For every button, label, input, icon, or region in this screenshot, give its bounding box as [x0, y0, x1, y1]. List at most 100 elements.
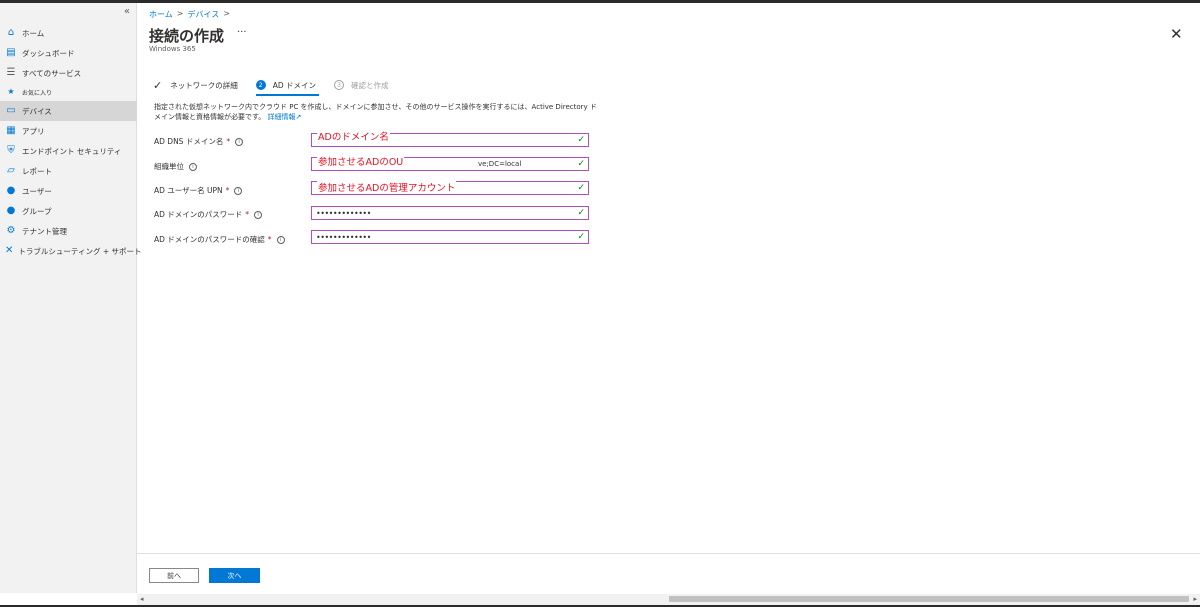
- valid-checkmark-icon: ✓: [577, 135, 585, 145]
- ad-password-confirm-input[interactable]: ••••••••••••• ✓: [311, 230, 589, 244]
- page-subtitle: Windows 365: [149, 45, 196, 53]
- footer-divider: [137, 553, 1200, 554]
- left-nav: « ⌂ ホーム ▤ ダッシュボード ☰ すべてのサービス ★ お気に入り ▭ デ…: [0, 3, 142, 593]
- sidebar-item-label: デバイス: [22, 106, 52, 116]
- breadcrumb-home-link[interactable]: ホーム: [149, 9, 173, 20]
- home-icon: ⌂: [7, 27, 15, 38]
- sidebar-item-label: レポート: [22, 166, 52, 176]
- breadcrumb-devices-link[interactable]: デバイス: [187, 9, 219, 20]
- field-label-ad-password-confirm: AD ドメインのパスワードの確認 * i: [154, 234, 285, 245]
- breadcrumb-separator: >: [223, 9, 230, 18]
- sidebar-item-favorites[interactable]: ★ お気に入り: [0, 83, 137, 101]
- sidebar-item-devices[interactable]: ▭ デバイス: [0, 101, 137, 121]
- field-label-ad-dns-domain: AD DNS ドメイン名 * i: [154, 136, 244, 147]
- scroll-left-icon[interactable]: ◂: [140, 595, 144, 603]
- sidebar-item-groups[interactable]: ● グループ: [0, 201, 137, 221]
- annotation-ou: 参加させるADのOU: [317, 154, 405, 168]
- step-ad-domain[interactable]: 2 AD ドメイン: [255, 76, 320, 96]
- learn-more-link[interactable]: 詳細情報: [268, 113, 296, 121]
- horizontal-scrollbar[interactable]: ◂ ▸: [137, 594, 1200, 605]
- sidebar-item-endpoint-security[interactable]: ⛨ エンドポイント セキュリティ: [0, 141, 137, 161]
- sidebar-item-users[interactable]: ● ユーザー: [0, 181, 137, 201]
- step-label: AD ドメイン: [272, 80, 317, 90]
- endpoint-security-icon: ⛨: [7, 145, 15, 156]
- info-icon[interactable]: i: [254, 210, 263, 219]
- tenant-admin-icon: ⚙: [6, 225, 16, 236]
- field-label-ad-password: AD ドメインのパスワード * i: [154, 209, 263, 220]
- sidebar-item-reports[interactable]: ▱ レポート: [0, 161, 137, 181]
- field-value: •••••••••••••: [316, 208, 371, 218]
- sidebar-item-label: ホーム: [22, 28, 45, 38]
- breadcrumb-separator: >: [176, 9, 184, 18]
- field-label-ou: 組織単位 i: [154, 161, 197, 172]
- devices-icon: ▭: [6, 105, 16, 116]
- checkmark-icon: ✓: [153, 78, 163, 92]
- sidebar-item-label: トラブルシューティング + サポート: [18, 246, 142, 256]
- field-value: •••••••••••••: [316, 232, 371, 242]
- external-link-icon: ↗: [295, 113, 302, 121]
- label-text: AD ユーザー名 UPN: [154, 186, 223, 195]
- sidebar-item-label: テナント管理: [22, 226, 67, 236]
- valid-checkmark-icon: ✓: [577, 183, 585, 193]
- description-text: 指定された仮想ネットワーク内でクラウド PC を作成し、ドメインに参加させ、その…: [154, 103, 597, 121]
- favorites-star-icon: ★: [7, 87, 15, 96]
- required-mark: *: [267, 235, 272, 244]
- page-title: 接続の作成: [149, 27, 225, 45]
- sidebar-item-label: お気に入り: [22, 89, 53, 97]
- scrollbar-thumb[interactable]: [669, 596, 1189, 602]
- valid-checkmark-icon: ✓: [577, 232, 585, 242]
- description: 指定された仮想ネットワーク内でクラウド PC を作成し、ドメインに参加させ、その…: [154, 102, 599, 122]
- annotation-admin-account: 参加させるADの管理アカウント: [317, 180, 457, 194]
- sidebar-item-label: エンドポイント セキュリティ: [22, 146, 122, 156]
- step-review-create[interactable]: 3 確認と作成: [334, 76, 389, 94]
- next-button[interactable]: 次へ: [209, 568, 260, 583]
- step-number-badge: 2: [255, 80, 266, 90]
- step-label: ネットワークの詳細: [170, 80, 238, 90]
- collapse-chevron-icon[interactable]: «: [124, 6, 130, 17]
- sidebar-item-dashboard[interactable]: ▤ ダッシュボード: [0, 43, 137, 63]
- valid-checkmark-icon: ✓: [577, 159, 585, 169]
- required-mark: *: [245, 210, 250, 219]
- sidebar-item-tenant-admin[interactable]: ⚙ テナント管理: [0, 221, 137, 241]
- ad-password-input[interactable]: ••••••••••••• ✓: [311, 206, 589, 220]
- reports-icon: ▱: [7, 165, 15, 176]
- step-label: 確認と作成: [351, 80, 389, 90]
- info-icon[interactable]: i: [234, 186, 243, 195]
- sidebar-item-troubleshooting[interactable]: ✕ トラブルシューティング + サポート: [0, 241, 142, 261]
- step-network-details[interactable]: ✓ ネットワークの詳細: [153, 76, 238, 94]
- label-text: AD DNS ドメイン名: [154, 137, 224, 146]
- troubleshooting-icon: ✕: [5, 245, 14, 256]
- users-icon: ●: [6, 185, 16, 196]
- sidebar-item-label: ダッシュボード: [22, 48, 75, 58]
- info-icon[interactable]: i: [189, 162, 197, 171]
- breadcrumb: ホーム > デバイス >: [149, 9, 230, 20]
- sidebar-item-label: すべてのサービス: [22, 68, 82, 78]
- sidebar-item-all-services[interactable]: ☰ すべてのサービス: [0, 63, 137, 83]
- step-number-badge: 3: [334, 80, 345, 90]
- info-icon[interactable]: i: [235, 137, 244, 146]
- sidebar-item-label: グループ: [22, 206, 52, 216]
- sidebar-item-label: ユーザー: [22, 186, 52, 196]
- all-services-icon: ☰: [6, 67, 16, 78]
- label-text: 組織単位: [154, 162, 184, 171]
- wizard-steps: ✓ ネットワークの詳細 2 AD ドメイン 3 確認と作成: [153, 76, 407, 96]
- more-options-icon[interactable]: ···: [237, 27, 247, 38]
- sidebar-item-apps[interactable]: ▦ アプリ: [0, 121, 137, 141]
- label-text: AD ドメインのパスワードの確認: [154, 235, 265, 244]
- annotation-domain-name: ADのドメイン名: [317, 129, 390, 143]
- required-mark: *: [226, 137, 231, 146]
- main-panel: ホーム > デバイス > 接続の作成 ··· Windows 365 ✕ ✓ ネ…: [137, 3, 1200, 593]
- sidebar-item-label: アプリ: [22, 126, 45, 136]
- info-icon[interactable]: i: [276, 235, 285, 244]
- groups-icon: ●: [6, 205, 16, 216]
- close-icon[interactable]: ✕: [1170, 25, 1183, 43]
- scroll-right-icon[interactable]: ▸: [1193, 595, 1197, 603]
- field-label-ad-username-upn: AD ユーザー名 UPN * i: [154, 185, 243, 196]
- previous-button[interactable]: 前へ: [149, 568, 199, 583]
- label-text: AD ドメインのパスワード: [154, 210, 243, 219]
- nav-list: ⌂ ホーム ▤ ダッシュボード ☰ すべてのサービス ★ お気に入り ▭ デバイ…: [0, 23, 142, 261]
- required-mark: *: [225, 186, 230, 195]
- sidebar-item-home[interactable]: ⌂ ホーム: [0, 23, 137, 43]
- valid-checkmark-icon: ✓: [577, 208, 585, 218]
- apps-icon: ▦: [6, 125, 16, 136]
